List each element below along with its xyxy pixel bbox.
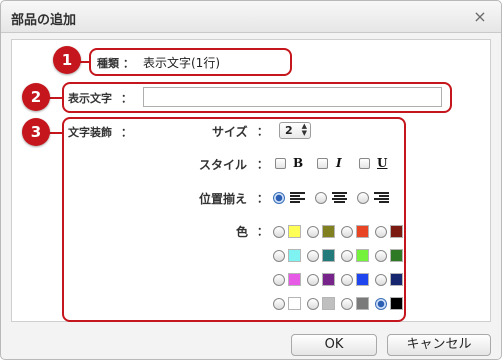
display-text-label: 表示文字 (68, 92, 112, 105)
annotation-marker-2: 2 (22, 83, 50, 111)
style-colon: ： (257, 158, 268, 171)
italic-icon: I (336, 156, 342, 170)
underline-checkbox[interactable] (359, 158, 370, 169)
color-radio[interactable] (307, 298, 319, 310)
display-text-colon: ： (121, 92, 132, 105)
color-radio[interactable] (341, 274, 353, 286)
underline-icon: U (377, 156, 388, 170)
color-radio[interactable] (375, 298, 387, 310)
decoration-label: 文字装飾 (68, 126, 112, 139)
color-swatch[interactable] (356, 273, 369, 286)
color-radio[interactable] (273, 274, 285, 286)
bold-checkbox[interactable] (275, 158, 286, 169)
color-radio[interactable] (273, 250, 285, 262)
color-swatch[interactable] (288, 273, 301, 286)
type-colon: ： (123, 57, 134, 70)
align-colon: ： (257, 192, 268, 205)
dialog-titlebar: 部品の追加 × (1, 1, 501, 33)
color-radio[interactable] (273, 226, 285, 238)
size-colon: ： (257, 125, 268, 138)
decoration-colon: ： (121, 126, 132, 139)
size-select[interactable]: 2 ▲ ▼ (279, 122, 311, 139)
align-right-icon (374, 192, 390, 204)
ok-button[interactable]: OK (291, 334, 377, 356)
color-colon: ： (257, 225, 268, 238)
color-radio[interactable] (341, 226, 353, 238)
annotation-connector-3 (49, 132, 63, 134)
color-swatch[interactable] (322, 297, 335, 310)
align-left-radio[interactable] (273, 192, 285, 204)
bold-icon: B (293, 156, 304, 170)
color-swatch[interactable] (288, 225, 301, 238)
dialog-title: 部品の追加 (11, 13, 77, 28)
color-swatch[interactable] (356, 225, 369, 238)
cancel-button[interactable]: キャンセル (387, 334, 491, 356)
color-radio[interactable] (273, 298, 285, 310)
color-radio[interactable] (375, 274, 387, 286)
annotation-marker-1: 1 (53, 46, 81, 74)
color-swatch[interactable] (288, 297, 301, 310)
color-swatch[interactable] (322, 249, 335, 262)
align-label: 位置揃え (199, 192, 248, 206)
align-center-radio[interactable] (315, 192, 327, 204)
color-radio[interactable] (341, 298, 353, 310)
annotation-marker-3: 3 (22, 118, 50, 146)
updown-arrow-icon: ▲ ▼ (301, 122, 307, 137)
style-label: スタイル (199, 158, 248, 172)
color-radio[interactable] (375, 250, 387, 262)
color-swatch[interactable] (390, 273, 403, 286)
align-right-radio[interactable] (357, 192, 369, 204)
color-radio[interactable] (341, 250, 353, 262)
color-swatch[interactable] (390, 249, 403, 262)
align-center-icon (332, 192, 348, 204)
color-radio[interactable] (307, 226, 319, 238)
italic-checkbox[interactable] (317, 158, 328, 169)
color-swatch[interactable] (288, 249, 301, 262)
color-label: 色 (236, 225, 249, 239)
color-swatch[interactable] (390, 297, 403, 310)
color-swatch[interactable] (356, 297, 369, 310)
color-radio[interactable] (307, 274, 319, 286)
color-radio[interactable] (375, 226, 387, 238)
size-value: 2 (285, 124, 293, 137)
annotation-connector-2 (49, 97, 63, 99)
color-radio[interactable] (307, 250, 319, 262)
display-text-input[interactable] (143, 87, 442, 107)
color-swatch[interactable] (322, 225, 335, 238)
type-value: 表示文字(1行) (143, 56, 220, 70)
type-label: 種類 (97, 57, 119, 70)
size-label: サイズ (212, 125, 248, 139)
close-icon[interactable]: × (469, 6, 491, 28)
annotation-connector-1 (80, 61, 90, 63)
add-part-dialog: 部品の追加 × 1 種類 ： 表示文字(1行) 2 表示文字 ： 3 文字装飾 … (0, 0, 502, 360)
color-swatch[interactable] (322, 273, 335, 286)
color-swatch[interactable] (356, 249, 369, 262)
align-left-icon (290, 192, 306, 204)
annotation-box-decoration (62, 117, 406, 322)
color-swatch[interactable] (390, 225, 403, 238)
